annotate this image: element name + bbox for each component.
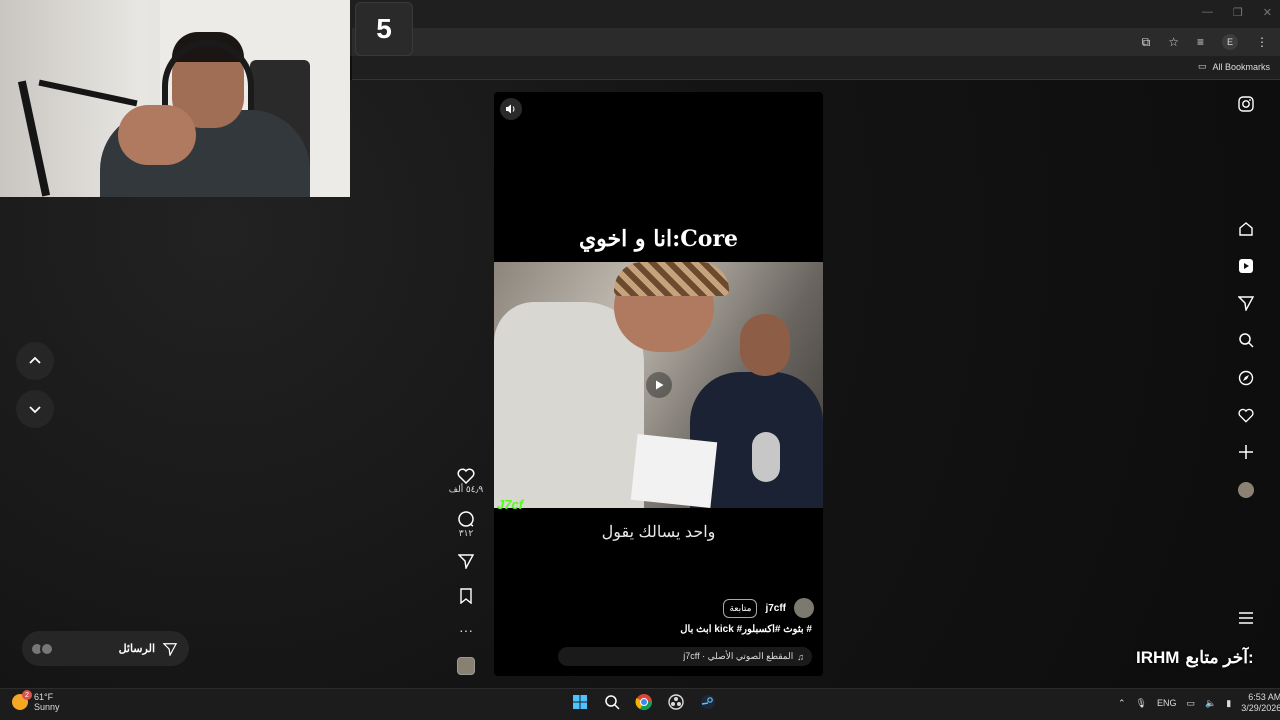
reel-description: ابث بال kick #بثوث #اكسبلور # bbox=[680, 624, 812, 635]
start-icon[interactable] bbox=[570, 692, 590, 712]
close-icon[interactable]: ✕ bbox=[1263, 6, 1272, 19]
search-icon[interactable] bbox=[602, 692, 622, 712]
language-indicator[interactable]: ENG bbox=[1157, 698, 1177, 708]
taskbar-apps bbox=[570, 692, 718, 712]
next-reel-button[interactable] bbox=[16, 390, 54, 428]
comment-action[interactable]: ٣١٢ bbox=[448, 510, 484, 539]
author-row: متابعة j7cff bbox=[720, 598, 814, 618]
audio-track-label: j7cff · المقطع الصوتي الأصلي bbox=[683, 651, 794, 661]
previous-reel-button[interactable] bbox=[16, 342, 54, 380]
more-options-icon[interactable]: ··· bbox=[448, 622, 484, 638]
browser-menu-icon[interactable]: ⋮ bbox=[1256, 35, 1268, 49]
chevron-down-icon bbox=[29, 406, 41, 414]
weather-desc: Sunny bbox=[34, 702, 60, 712]
bookmarks-bar bbox=[352, 56, 1280, 80]
speaker-icon[interactable]: 🔈 bbox=[1205, 698, 1216, 709]
mute-button[interactable] bbox=[500, 98, 522, 120]
instagram-icon[interactable] bbox=[1236, 94, 1256, 114]
weather-widget[interactable]: 2 61°F Sunny bbox=[12, 690, 60, 712]
webcam-mic-arm bbox=[38, 79, 138, 107]
heart-icon[interactable] bbox=[1236, 405, 1256, 425]
plus-icon[interactable] bbox=[1236, 442, 1256, 462]
battery-icon[interactable]: ▮ bbox=[1226, 698, 1231, 709]
clock-time: 6:53 AM bbox=[1248, 692, 1280, 702]
follow-button[interactable]: متابعة bbox=[723, 598, 758, 618]
weather-temp: 61°F bbox=[34, 692, 54, 702]
stream-counter: 5 bbox=[355, 2, 413, 56]
browser-toolbar: ⧉ ☆ ≡ E ⋮ bbox=[1142, 34, 1268, 50]
send-icon[interactable] bbox=[1236, 293, 1256, 313]
avatar bbox=[40, 641, 54, 656]
chevron-up-icon[interactable]: ⌃ bbox=[1118, 698, 1126, 709]
play-button[interactable] bbox=[646, 372, 672, 398]
kick-watermark: J7cf bbox=[497, 497, 524, 512]
all-bookmarks-button[interactable]: ▭ All Bookmarks bbox=[1198, 61, 1270, 72]
like-action[interactable]: ٥٤٫٩ ألف bbox=[448, 468, 484, 495]
message-avatars bbox=[30, 641, 54, 656]
all-bookmarks-label: All Bookmarks bbox=[1212, 61, 1270, 72]
menu-icon[interactable] bbox=[1236, 608, 1256, 628]
messages-button[interactable]: الرسائل bbox=[22, 631, 189, 666]
play-icon bbox=[656, 380, 664, 390]
chevron-up-icon bbox=[29, 356, 41, 364]
webcam-overlay bbox=[0, 0, 350, 197]
messages-label: الرسائل bbox=[118, 643, 155, 655]
send-icon bbox=[163, 642, 177, 656]
folder-icon: ▭ bbox=[1197, 61, 1207, 71]
window-controls: — ❐ ✕ bbox=[1202, 6, 1272, 19]
bookmark-icon bbox=[460, 588, 472, 604]
reels-icon[interactable] bbox=[1236, 256, 1256, 276]
minimize-icon[interactable]: — bbox=[1202, 6, 1213, 19]
display-icon[interactable]: ▭ bbox=[1187, 698, 1196, 709]
webcam-hand bbox=[118, 105, 196, 165]
sun-icon: 2 bbox=[12, 690, 32, 710]
heart-icon bbox=[457, 468, 475, 484]
obs-icon[interactable] bbox=[666, 692, 686, 712]
comment-icon bbox=[458, 511, 474, 527]
restore-icon[interactable]: ❐ bbox=[1233, 6, 1243, 19]
system-tray: ⌃ 🎙 ENG ▭ 🔈 ▮ 6:53 AM 3/29/2026 bbox=[1118, 692, 1280, 714]
comment-count: ٣١٢ bbox=[458, 528, 474, 538]
profile-avatar[interactable] bbox=[1238, 482, 1254, 498]
profile-avatar[interactable]: E bbox=[1222, 34, 1238, 50]
clock[interactable]: 6:53 AM 3/29/2026 bbox=[1241, 692, 1280, 714]
chrome-icon[interactable] bbox=[634, 692, 654, 712]
frame-microphone bbox=[752, 432, 780, 482]
frame-cap bbox=[614, 262, 729, 296]
microphone-icon[interactable]: 🎙 bbox=[1136, 698, 1147, 709]
media-controls-icon[interactable]: ≡ bbox=[1197, 35, 1204, 49]
install-app-icon[interactable]: ⧉ bbox=[1142, 35, 1151, 50]
home-icon[interactable] bbox=[1236, 219, 1256, 239]
send-icon bbox=[458, 554, 474, 569]
last-follower-overlay: IRHM آخر متابع: bbox=[1136, 648, 1254, 668]
clock-date: 3/29/2026 bbox=[1241, 703, 1280, 713]
reel-caption-top: انا و اخوي:Core bbox=[578, 226, 739, 252]
share-action[interactable] bbox=[448, 553, 484, 569]
reel-caption-bottom: واحد يسالك يقول bbox=[601, 524, 716, 541]
speaker-icon bbox=[506, 104, 515, 114]
explore-icon[interactable] bbox=[1236, 368, 1256, 388]
audio-track[interactable]: j7cff · المقطع الصوتي الأصلي ♫ bbox=[558, 647, 812, 666]
frame-paper bbox=[630, 433, 718, 508]
webcam-mic-arm bbox=[17, 80, 51, 197]
last-follower-label: آخر متابع: bbox=[1185, 648, 1254, 667]
frame-kid-head bbox=[740, 314, 790, 376]
like-count: ٥٤٫٩ ألف bbox=[448, 484, 484, 494]
bookmark-star-icon[interactable]: ☆ bbox=[1168, 35, 1179, 49]
audio-avatar[interactable] bbox=[457, 657, 475, 675]
music-note-icon: ♫ bbox=[797, 651, 804, 662]
author-name[interactable]: j7cff bbox=[765, 603, 786, 614]
weather-badge: 2 bbox=[22, 690, 32, 700]
last-follower-name: IRHM bbox=[1136, 648, 1180, 667]
search-icon[interactable] bbox=[1236, 330, 1256, 350]
steam-icon[interactable] bbox=[698, 692, 718, 712]
save-action[interactable] bbox=[448, 588, 484, 604]
author-avatar[interactable] bbox=[794, 598, 814, 618]
